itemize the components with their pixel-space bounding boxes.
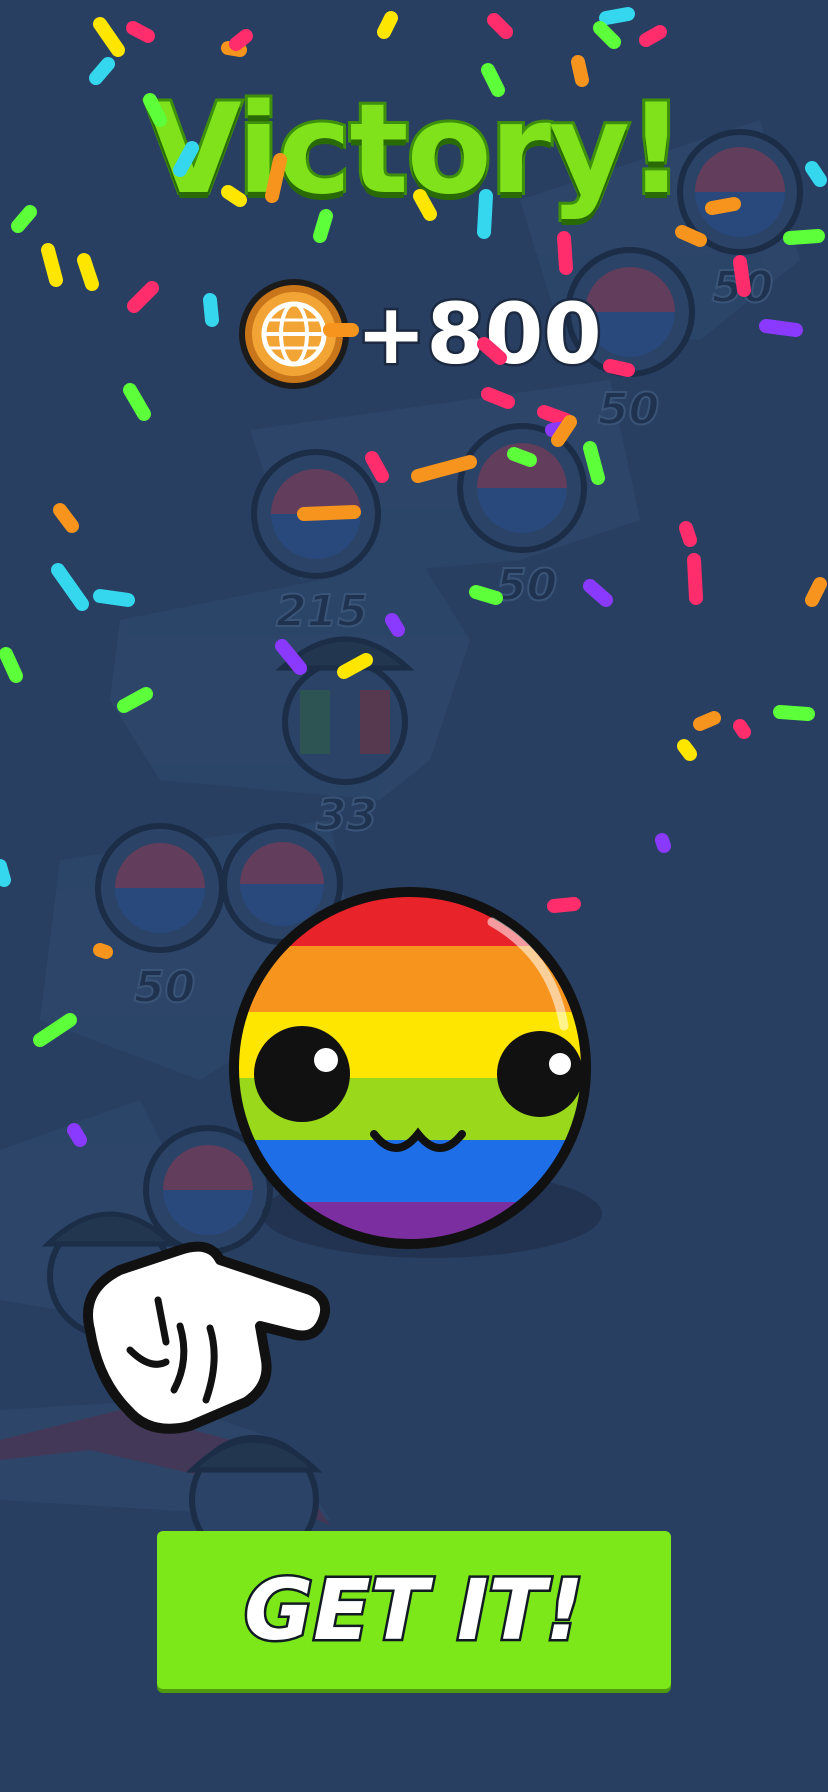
rainbow-ball-character — [229, 887, 602, 1258]
map-count-1: 50 — [712, 262, 773, 313]
reward-amount: +800 — [354, 283, 605, 386]
globe-coin-icon — [239, 279, 349, 389]
get-it-button-label: GET IT! — [242, 1559, 587, 1662]
map-ball-5[interactable] — [275, 636, 415, 785]
victory-title: Victory! — [143, 75, 688, 225]
map-count-3: 215 — [276, 586, 368, 637]
map-ball-4[interactable] — [457, 423, 587, 553]
map-count-2: 50 — [598, 384, 659, 435]
map-count-4: 50 — [496, 560, 557, 611]
map-count-5: 33 — [316, 790, 377, 841]
pointing-hand-icon — [83, 1241, 330, 1434]
map-ball-3[interactable] — [251, 449, 381, 579]
get-it-button[interactable]: GET IT! — [157, 1531, 671, 1689]
reward-display: +800 — [238, 278, 618, 390]
map-count-6: 50 — [134, 962, 195, 1013]
